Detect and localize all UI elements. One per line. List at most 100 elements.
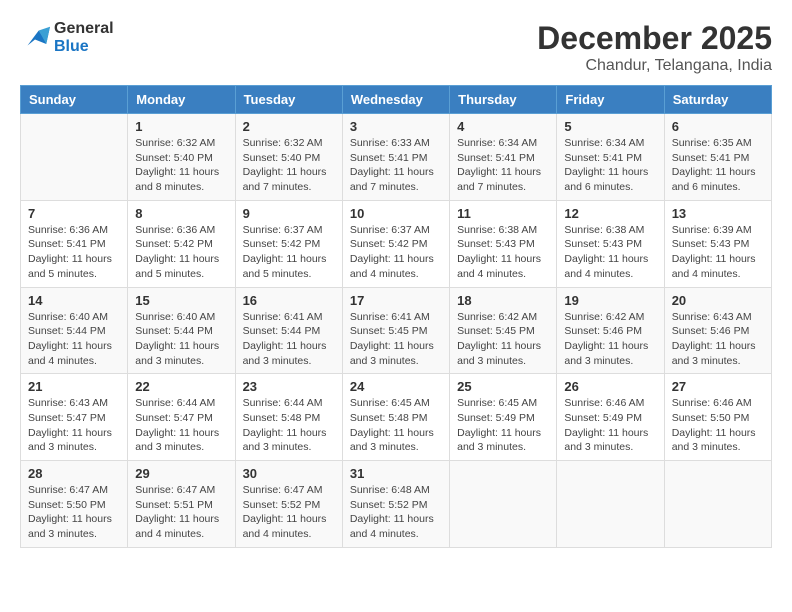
cell-info: Sunrise: 6:38 AM Sunset: 5:43 PM Dayligh… <box>564 223 656 282</box>
cell-info: Sunrise: 6:46 AM Sunset: 5:50 PM Dayligh… <box>672 396 764 455</box>
cell-info: Sunrise: 6:47 AM Sunset: 5:51 PM Dayligh… <box>135 483 227 542</box>
cell-info: Sunrise: 6:42 AM Sunset: 5:45 PM Dayligh… <box>457 310 549 369</box>
calendar-cell: 9Sunrise: 6:37 AM Sunset: 5:42 PM Daylig… <box>235 200 342 287</box>
location: Chandur, Telangana, India <box>537 57 772 75</box>
day-number: 16 <box>243 293 335 308</box>
cell-info: Sunrise: 6:44 AM Sunset: 5:48 PM Dayligh… <box>243 396 335 455</box>
calendar-cell: 1 Sunrise: 6:32 AM Sunset: 5:40 PM Daylig… <box>128 114 235 201</box>
header-row: Sunday Monday Tuesday Wednesday Thursday… <box>21 86 772 114</box>
page-header: General Blue December 2025 Chandur, Tela… <box>20 20 772 75</box>
calendar-cell: 18 Sunrise: 6:42 AM Sunset: 5:45 PM Dayli… <box>450 287 557 374</box>
calendar-header: Sunday Monday Tuesday Wednesday Thursday… <box>21 86 772 114</box>
logo: General Blue <box>20 20 114 56</box>
calendar-table: Sunday Monday Tuesday Wednesday Thursday… <box>20 85 772 548</box>
cell-info: Sunrise: 6:45 AM Sunset: 5:48 PM Dayligh… <box>350 396 442 455</box>
calendar-cell: 21Sunrise: 6:43 AM Sunset: 5:47 PM Dayli… <box>21 374 128 461</box>
cell-info: Sunrise: 6:32 AM Sunset: 5:40 PM Dayligh… <box>243 136 335 195</box>
calendar-cell: 15 Sunrise: 6:40 AM Sunset: 5:44 PM Dayli… <box>128 287 235 374</box>
col-saturday: Saturday <box>664 86 771 114</box>
calendar-cell: 14Sunrise: 6:40 AM Sunset: 5:44 PM Dayli… <box>21 287 128 374</box>
day-number: 23 <box>243 379 335 394</box>
day-number: 20 <box>672 293 764 308</box>
calendar-cell: 20 Sunrise: 6:43 AM Sunset: 5:46 PM Dayli… <box>664 287 771 374</box>
calendar-cell: 10 Sunrise: 6:37 AM Sunset: 5:42 PM Dayli… <box>342 200 449 287</box>
day-number: 18 <box>457 293 549 308</box>
cell-info: Sunrise: 6:46 AM Sunset: 5:49 PM Dayligh… <box>564 396 656 455</box>
cell-info: Sunrise: 6:40 AM Sunset: 5:44 PM Dayligh… <box>135 310 227 369</box>
col-friday: Friday <box>557 86 664 114</box>
cell-info: Sunrise: 6:45 AM Sunset: 5:49 PM Dayligh… <box>457 396 549 455</box>
day-number: 11 <box>457 206 549 221</box>
calendar-cell: 30Sunrise: 6:47 AM Sunset: 5:52 PM Dayli… <box>235 461 342 548</box>
calendar-cell: 29 Sunrise: 6:47 AM Sunset: 5:51 PM Dayli… <box>128 461 235 548</box>
week-row-1: 7Sunrise: 6:36 AM Sunset: 5:41 PM Daylig… <box>21 200 772 287</box>
cell-info: Sunrise: 6:34 AM Sunset: 5:41 PM Dayligh… <box>457 136 549 195</box>
cell-info: Sunrise: 6:40 AM Sunset: 5:44 PM Dayligh… <box>28 310 120 369</box>
calendar-cell: 25Sunrise: 6:45 AM Sunset: 5:49 PM Dayli… <box>450 374 557 461</box>
day-number: 21 <box>28 379 120 394</box>
week-row-2: 14Sunrise: 6:40 AM Sunset: 5:44 PM Dayli… <box>21 287 772 374</box>
day-number: 4 <box>457 119 549 134</box>
calendar-cell <box>21 114 128 201</box>
calendar-cell: 4 Sunrise: 6:34 AM Sunset: 5:41 PM Daylig… <box>450 114 557 201</box>
calendar-cell <box>557 461 664 548</box>
cell-info: Sunrise: 6:39 AM Sunset: 5:43 PM Dayligh… <box>672 223 764 282</box>
cell-info: Sunrise: 6:47 AM Sunset: 5:50 PM Dayligh… <box>28 483 120 542</box>
calendar-cell: 3Sunrise: 6:33 AM Sunset: 5:41 PM Daylig… <box>342 114 449 201</box>
calendar-cell: 16 Sunrise: 6:41 AM Sunset: 5:44 PM Dayli… <box>235 287 342 374</box>
calendar-cell: 5Sunrise: 6:34 AM Sunset: 5:41 PM Daylig… <box>557 114 664 201</box>
day-number: 17 <box>350 293 442 308</box>
day-number: 15 <box>135 293 227 308</box>
day-number: 10 <box>350 206 442 221</box>
calendar-cell: 17 Sunrise: 6:41 AM Sunset: 5:45 PM Dayli… <box>342 287 449 374</box>
day-number: 12 <box>564 206 656 221</box>
day-number: 27 <box>672 379 764 394</box>
calendar-cell <box>664 461 771 548</box>
calendar-cell: 26 Sunrise: 6:46 AM Sunset: 5:49 PM Dayli… <box>557 374 664 461</box>
day-number: 13 <box>672 206 764 221</box>
day-number: 5 <box>564 119 656 134</box>
day-number: 22 <box>135 379 227 394</box>
calendar-cell: 28 Sunrise: 6:47 AM Sunset: 5:50 PM Dayli… <box>21 461 128 548</box>
day-number: 28 <box>28 466 120 481</box>
cell-info: Sunrise: 6:41 AM Sunset: 5:45 PM Dayligh… <box>350 310 442 369</box>
calendar-cell: 23 Sunrise: 6:44 AM Sunset: 5:48 PM Dayli… <box>235 374 342 461</box>
logo-icon <box>20 23 50 53</box>
calendar-body: 1 Sunrise: 6:32 AM Sunset: 5:40 PM Daylig… <box>21 114 772 548</box>
cell-info: Sunrise: 6:36 AM Sunset: 5:42 PM Dayligh… <box>135 223 227 282</box>
week-row-3: 21Sunrise: 6:43 AM Sunset: 5:47 PM Dayli… <box>21 374 772 461</box>
week-row-0: 1 Sunrise: 6:32 AM Sunset: 5:40 PM Daylig… <box>21 114 772 201</box>
cell-info: Sunrise: 6:37 AM Sunset: 5:42 PM Dayligh… <box>350 223 442 282</box>
week-row-4: 28 Sunrise: 6:47 AM Sunset: 5:50 PM Dayli… <box>21 461 772 548</box>
calendar-cell: 24 Sunrise: 6:45 AM Sunset: 5:48 PM Dayli… <box>342 374 449 461</box>
cell-info: Sunrise: 6:38 AM Sunset: 5:43 PM Dayligh… <box>457 223 549 282</box>
calendar-cell: 2 Sunrise: 6:32 AM Sunset: 5:40 PM Daylig… <box>235 114 342 201</box>
cell-info: Sunrise: 6:42 AM Sunset: 5:46 PM Dayligh… <box>564 310 656 369</box>
cell-info: Sunrise: 6:43 AM Sunset: 5:46 PM Dayligh… <box>672 310 764 369</box>
day-number: 24 <box>350 379 442 394</box>
cell-info: Sunrise: 6:47 AM Sunset: 5:52 PM Dayligh… <box>243 483 335 542</box>
cell-info: Sunrise: 6:32 AM Sunset: 5:40 PM Dayligh… <box>135 136 227 195</box>
cell-info: Sunrise: 6:44 AM Sunset: 5:47 PM Dayligh… <box>135 396 227 455</box>
calendar-cell: 8Sunrise: 6:36 AM Sunset: 5:42 PM Daylig… <box>128 200 235 287</box>
day-number: 6 <box>672 119 764 134</box>
month-title: December 2025 <box>537 20 772 57</box>
day-number: 2 <box>243 119 335 134</box>
col-thursday: Thursday <box>450 86 557 114</box>
calendar-cell <box>450 461 557 548</box>
calendar-cell: 6 Sunrise: 6:35 AM Sunset: 5:41 PM Daylig… <box>664 114 771 201</box>
cell-info: Sunrise: 6:35 AM Sunset: 5:41 PM Dayligh… <box>672 136 764 195</box>
logo-text: General Blue <box>54 20 114 56</box>
col-tuesday: Tuesday <box>235 86 342 114</box>
calendar-cell: 12 Sunrise: 6:38 AM Sunset: 5:43 PM Dayli… <box>557 200 664 287</box>
cell-info: Sunrise: 6:48 AM Sunset: 5:52 PM Dayligh… <box>350 483 442 542</box>
day-number: 1 <box>135 119 227 134</box>
title-block: December 2025 Chandur, Telangana, India <box>537 20 772 75</box>
cell-info: Sunrise: 6:41 AM Sunset: 5:44 PM Dayligh… <box>243 310 335 369</box>
calendar-cell: 31Sunrise: 6:48 AM Sunset: 5:52 PM Dayli… <box>342 461 449 548</box>
day-number: 29 <box>135 466 227 481</box>
col-sunday: Sunday <box>21 86 128 114</box>
day-number: 26 <box>564 379 656 394</box>
day-number: 3 <box>350 119 442 134</box>
day-number: 19 <box>564 293 656 308</box>
